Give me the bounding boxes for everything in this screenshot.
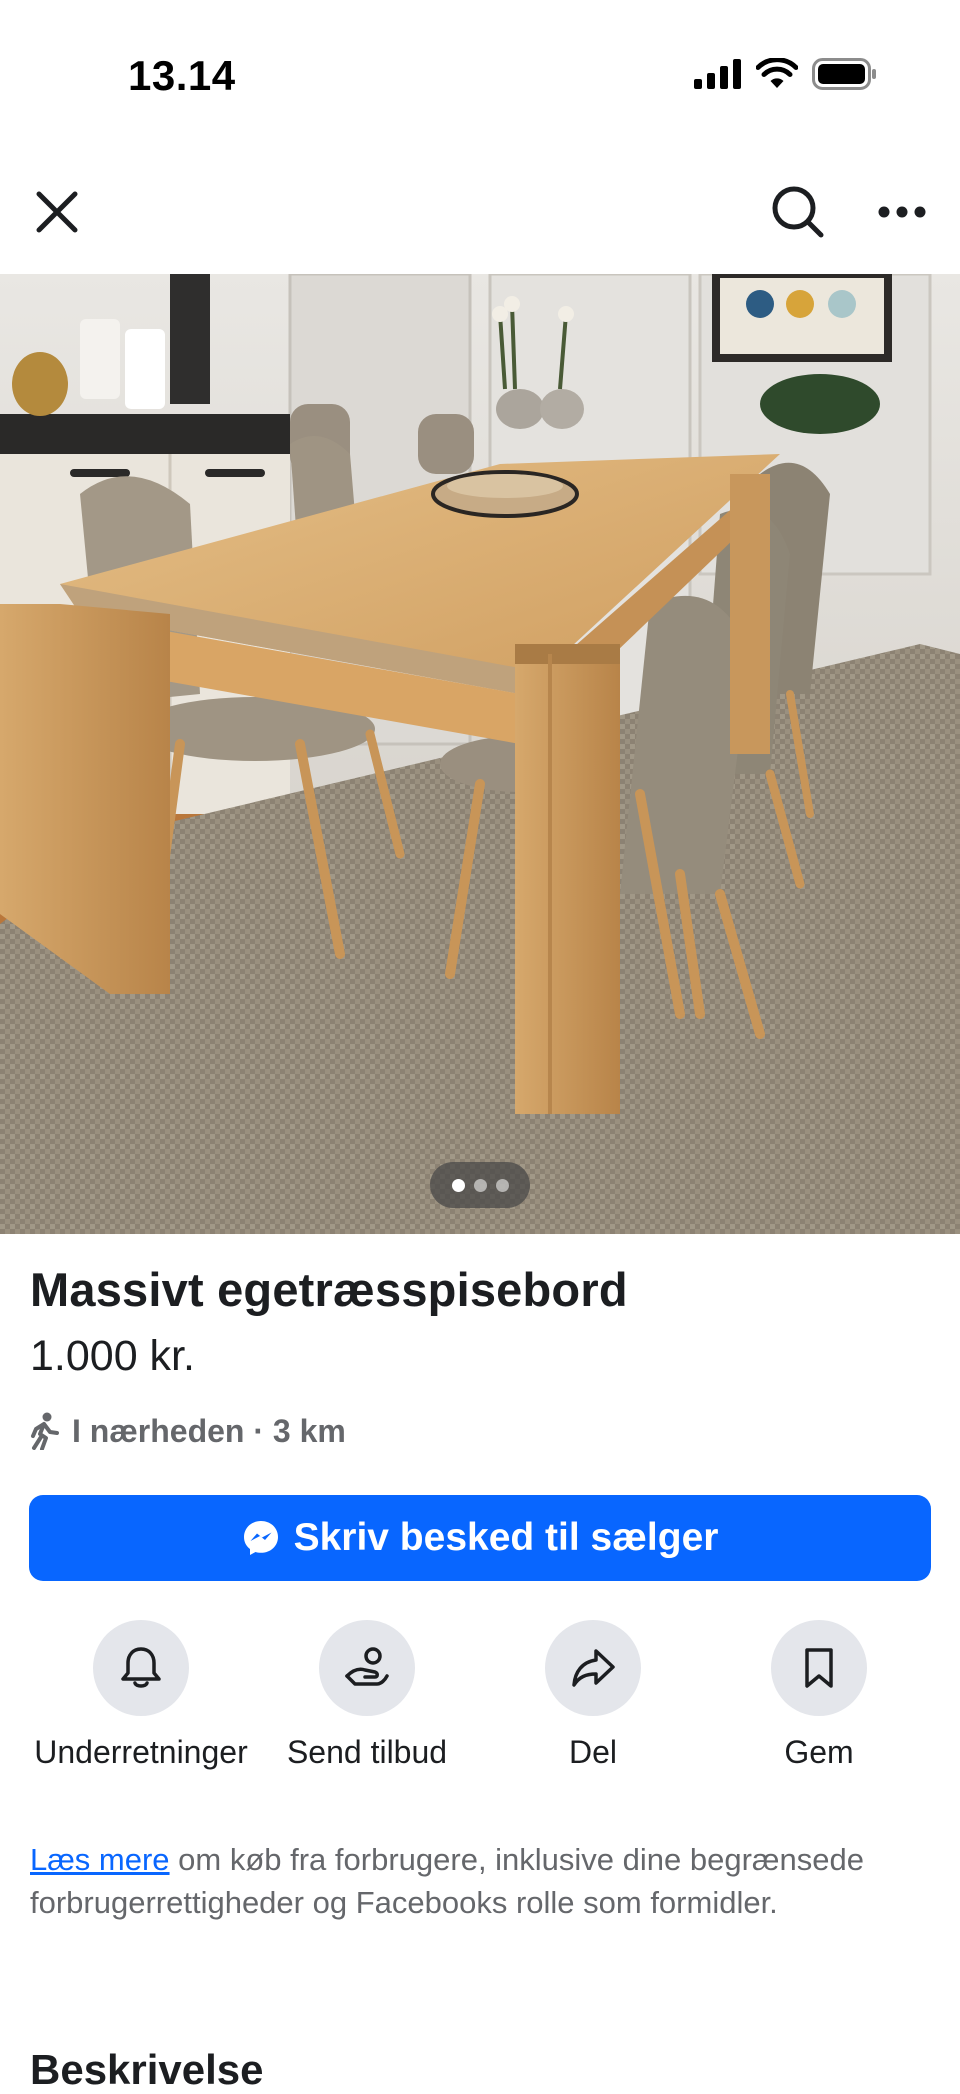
more-options-icon xyxy=(878,206,926,218)
bell-icon xyxy=(121,1647,161,1688)
share-button[interactable]: Del xyxy=(480,1620,706,1774)
save-circle[interactable] xyxy=(771,1620,867,1716)
more-options-button[interactable] xyxy=(870,180,934,244)
share-arrow-icon xyxy=(572,1649,615,1687)
notifications-label: Underretninger xyxy=(34,1734,248,1770)
messenger-icon xyxy=(243,1521,278,1555)
save-label: Gem xyxy=(784,1734,854,1770)
offer-hand-icon xyxy=(345,1647,389,1686)
listing-price: 1.000 kr. xyxy=(30,1332,195,1380)
listing-title: Massivt egetræsspisebord xyxy=(30,1263,628,1316)
status-time: 13.14 xyxy=(128,52,236,99)
photo-pagination[interactable] xyxy=(430,1162,530,1208)
message-seller-button[interactable]: Skriv besked til sælger xyxy=(29,1495,931,1581)
bookmark-icon xyxy=(805,1648,833,1688)
send-offer-button[interactable]: Send tilbud xyxy=(254,1620,480,1774)
notifications-circle[interactable] xyxy=(93,1620,189,1716)
cellular-signal-icon xyxy=(694,59,741,89)
share-label: Del xyxy=(568,1734,617,1770)
message-seller-label: Skriv besked til sælger xyxy=(293,1516,719,1559)
share-circle[interactable] xyxy=(545,1620,641,1716)
close-icon xyxy=(36,191,78,233)
wifi-icon xyxy=(756,58,798,88)
consumer-rights-notice: Læs mere om køb fra forbrugere, inklusiv… xyxy=(30,1838,940,1924)
save-button[interactable]: Gem xyxy=(706,1620,932,1774)
battery-icon xyxy=(812,58,876,90)
search-icon xyxy=(772,186,824,238)
dining-table-photo xyxy=(0,274,960,1234)
send-offer-circle[interactable] xyxy=(319,1620,415,1716)
listing-location: I nærheden · 3 km xyxy=(30,1412,346,1450)
listing-photo[interactable] xyxy=(0,274,960,1234)
search-button[interactable] xyxy=(766,180,830,244)
location-text: I nærheden · 3 km xyxy=(72,1412,346,1449)
notifications-button[interactable]: Underretninger xyxy=(28,1620,254,1774)
pagination-dot-active[interactable] xyxy=(451,1178,465,1192)
top-nav xyxy=(0,150,960,274)
status-bar: 13.14 xyxy=(0,0,960,150)
walking-person-icon xyxy=(31,1412,59,1450)
status-icons xyxy=(694,58,878,90)
pagination-dot[interactable] xyxy=(473,1178,487,1192)
pagination-dot[interactable] xyxy=(495,1178,509,1192)
read-more-link[interactable]: Læs mere xyxy=(30,1842,170,1877)
send-offer-label: Send tilbud xyxy=(286,1734,448,1770)
close-button[interactable] xyxy=(25,180,89,244)
